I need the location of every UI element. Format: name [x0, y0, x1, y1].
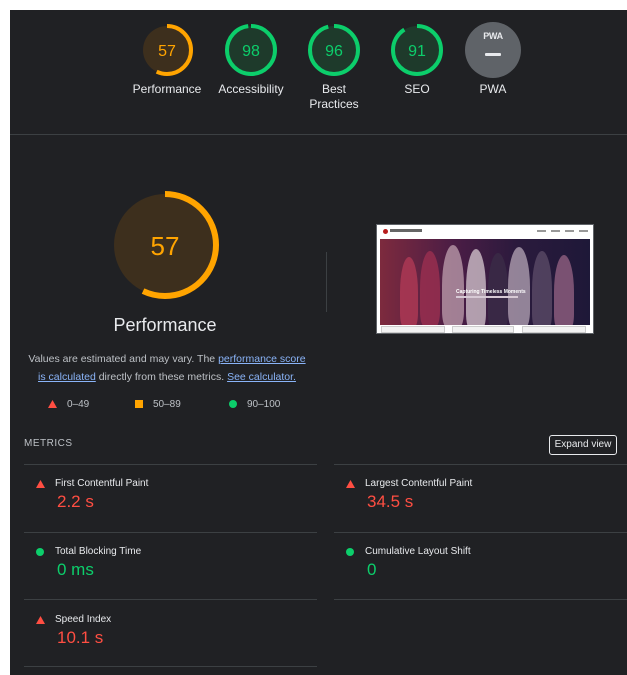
final-screenshot-thumbnail[interactable]: Capturing Timeless Moments — [376, 224, 594, 334]
seo-gauge-ring: 91 — [391, 24, 443, 76]
performance-main-gauge: 57 — [108, 188, 222, 307]
svg-text:57: 57 — [158, 43, 176, 60]
square-icon — [135, 400, 143, 409]
pwa-dash-icon — [485, 53, 501, 56]
lighthouse-report: 57 Performance 98 Accessibility 96 Best … — [10, 10, 627, 675]
thumbnail-headline: Capturing Timeless Moments — [456, 289, 526, 295]
gauge-pwa[interactable]: PWA PWA — [443, 22, 543, 97]
best-practices-gauge-ring: 96 — [308, 24, 360, 76]
pwa-badge-icon: PWA — [465, 22, 521, 78]
performance-main-ring: 57 — [111, 191, 219, 299]
expand-view-button[interactable]: Expand view — [549, 435, 617, 455]
triangle-icon — [36, 480, 45, 488]
legend-fail: 0–49 — [48, 399, 89, 410]
legend-pass: 90–100 — [229, 399, 280, 410]
score-summary: 57 Performance 98 Accessibility 96 Best … — [10, 10, 627, 135]
triangle-icon — [48, 400, 57, 409]
thumbnail-hero-image: Capturing Timeless Moments — [380, 239, 590, 325]
circle-icon — [229, 400, 237, 409]
gauge-label-pwa: PWA — [479, 82, 507, 96]
triangle-icon — [346, 480, 355, 488]
svg-text:96: 96 — [325, 43, 343, 60]
svg-text:91: 91 — [408, 43, 426, 60]
performance-heading: Performance — [113, 315, 217, 335]
performance-gauge-ring: 57 — [141, 24, 193, 76]
svg-text:98: 98 — [242, 43, 260, 60]
performance-description: Values are estimated and may vary. The p… — [28, 353, 306, 383]
see-calculator-link[interactable]: See calculator. — [227, 371, 296, 383]
circle-icon — [36, 548, 44, 556]
thumbnail-navbar — [377, 225, 593, 239]
metrics-heading: METRICS — [24, 438, 73, 449]
circle-icon — [346, 548, 354, 556]
triangle-icon — [36, 616, 45, 624]
legend-average: 50–89 — [135, 399, 181, 410]
gauge-label-best-practices: Best Practices — [309, 82, 359, 111]
divider — [326, 252, 327, 312]
accessibility-gauge-ring: 98 — [225, 24, 277, 76]
svg-text:57: 57 — [151, 231, 180, 261]
